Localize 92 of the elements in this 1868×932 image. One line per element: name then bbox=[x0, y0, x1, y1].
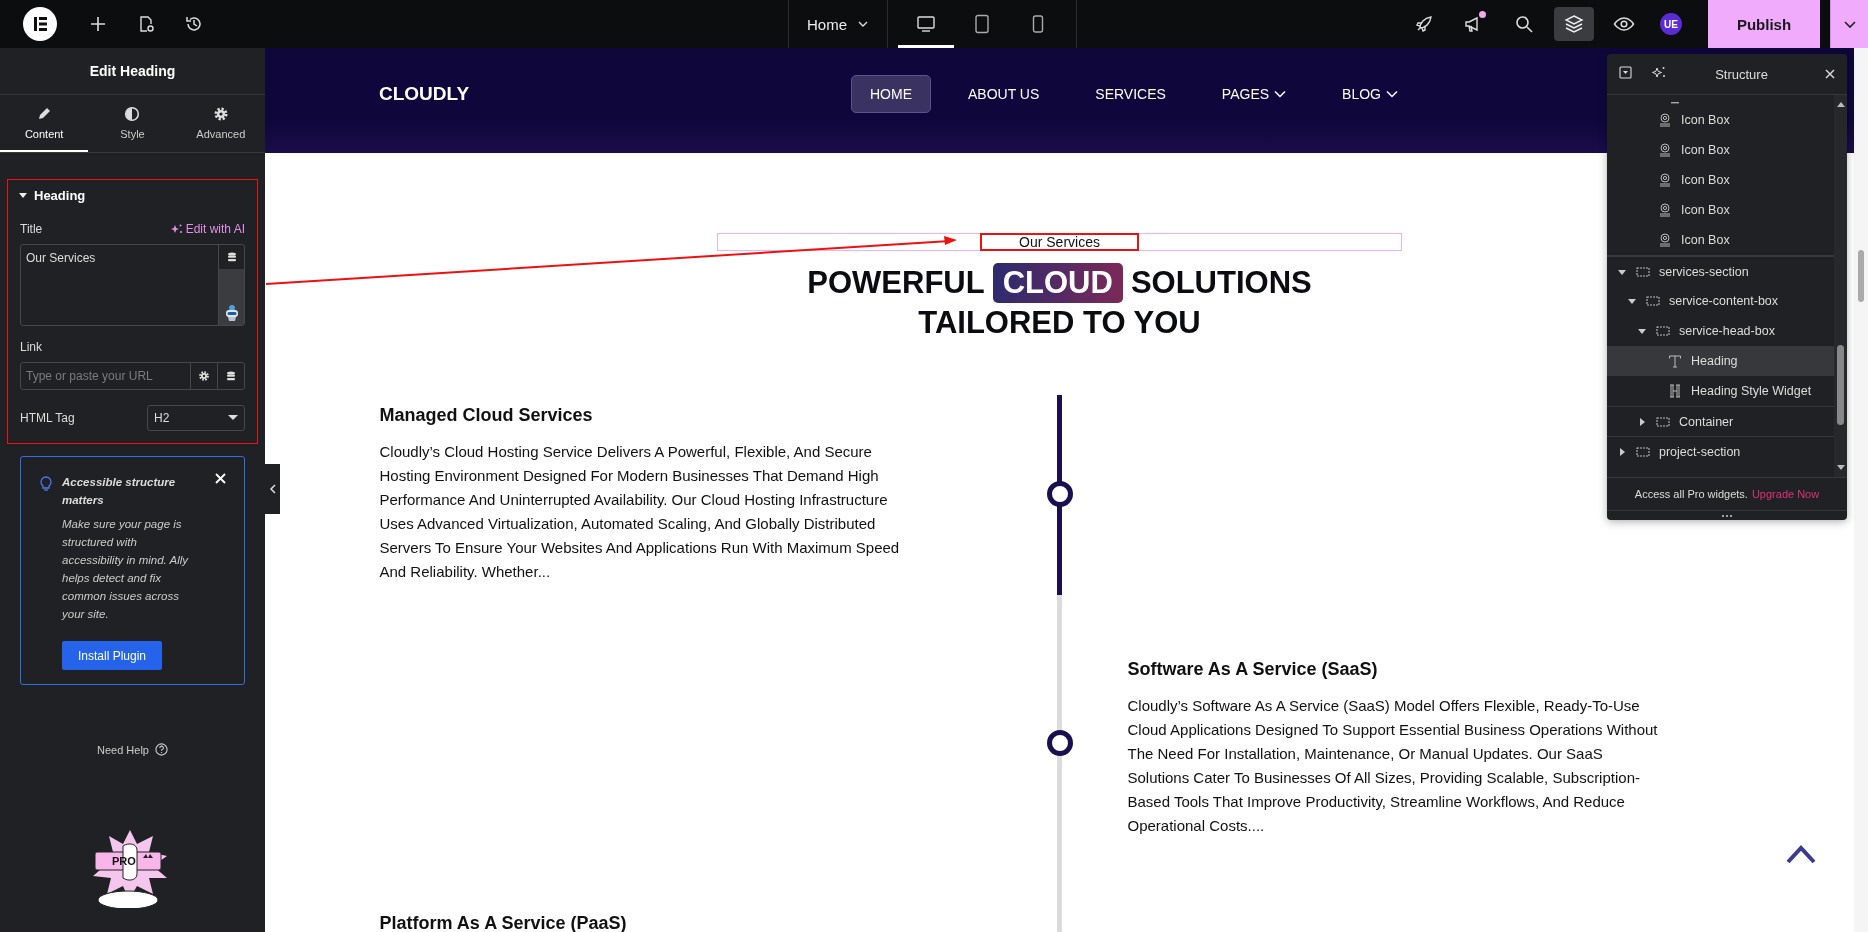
elementor-logo-button[interactable] bbox=[23, 7, 57, 41]
html-tag-label: HTML Tag bbox=[20, 411, 75, 425]
container-icon bbox=[1636, 446, 1650, 457]
timeline-dot bbox=[1046, 481, 1073, 507]
section-heading: SOLUTIONS bbox=[1130, 265, 1312, 301]
help-icon[interactable] bbox=[155, 743, 168, 756]
notice-text: Make sure your page is structured with accessibility in mind. Ally helps detect and fix common issues across your site. bbox=[62, 517, 190, 622]
assistant-robot-icon[interactable] bbox=[219, 269, 244, 325]
icon-box-icon bbox=[1659, 143, 1671, 157]
container-icon bbox=[1656, 326, 1670, 336]
text-icon bbox=[1668, 354, 1682, 368]
icon-box-icon bbox=[1659, 113, 1671, 127]
site-logo[interactable]: CLOUDLY bbox=[379, 82, 851, 105]
user-avatar[interactable]: UE bbox=[1660, 13, 1682, 35]
edit-with-ai-link[interactable]: Edit with AI bbox=[169, 222, 245, 236]
container-icon bbox=[1646, 296, 1660, 306]
structure-item[interactable]: services-section bbox=[1607, 256, 1834, 286]
notice-title: Accessible structure matters bbox=[62, 475, 177, 508]
service-title: Managed Cloud Services bbox=[379, 405, 594, 426]
chevron-down-icon bbox=[1274, 89, 1287, 98]
scroll-top-button[interactable] bbox=[1785, 843, 1817, 865]
container-icon bbox=[1636, 266, 1650, 277]
caret-icon[interactable] bbox=[1637, 416, 1647, 427]
close-icon[interactable] bbox=[215, 473, 226, 484]
structure-item[interactable]: Icon Box bbox=[1607, 165, 1834, 195]
promo-text: Access all Pro widgets. bbox=[1634, 488, 1748, 500]
structure-item[interactable]: service-head-box bbox=[1607, 316, 1834, 346]
section-toggle[interactable]: Heading bbox=[18, 180, 86, 210]
caret-icon[interactable] bbox=[1627, 296, 1637, 306]
lightbulb-icon bbox=[38, 474, 54, 492]
structure-item[interactable]: Container bbox=[1607, 406, 1834, 436]
structure-item[interactable]: service-content-box bbox=[1607, 286, 1834, 316]
icon-box-icon bbox=[1659, 203, 1671, 217]
contrast-icon bbox=[124, 105, 141, 122]
url-input[interactable]: Type or paste your URL bbox=[21, 363, 190, 389]
structure-item[interactable]: project-section bbox=[1607, 436, 1834, 466]
nav-link[interactable]: BLOG bbox=[1323, 74, 1417, 113]
title-label: Title bbox=[20, 222, 43, 236]
nav-link[interactable]: SERVICES bbox=[1076, 74, 1185, 113]
nav-link[interactable]: ABOUT US bbox=[949, 74, 1059, 113]
service-description: Cloudly’s Cloud Hosting Service Delivers A Powerful, Flexible, And Secure Hosting Environment Designed For Modern Businesses That Demand High Performance And Uninterrupted Availability. Our Cloud Hosting Infrastructure Uses Advanced Virtualization, Automated Scaling, And Globally Distributed Servers To Ensure Your Websites And Applications Run With Maximum Speed And Reliability. Whether... bbox=[379, 442, 901, 582]
heading-icon bbox=[1669, 384, 1681, 398]
scrollbar-thumb[interactable] bbox=[1837, 345, 1844, 425]
html-tag-select[interactable]: H2 bbox=[147, 405, 245, 431]
widget-icon bbox=[1669, 101, 1681, 105]
pencil-icon bbox=[36, 105, 53, 122]
structure-item[interactable]: Heading bbox=[1607, 346, 1834, 376]
icon-box-icon bbox=[1659, 233, 1671, 247]
scrollbar[interactable] bbox=[1854, 48, 1868, 932]
caret-icon[interactable] bbox=[1617, 446, 1627, 457]
panel-collapse-button[interactable] bbox=[265, 464, 280, 514]
timeline-dot bbox=[1046, 730, 1073, 756]
link-label: Link bbox=[20, 340, 43, 354]
layers-icon[interactable] bbox=[1554, 7, 1594, 41]
panel-tab[interactable]: Content bbox=[0, 95, 89, 152]
structure-item[interactable]: Icon Box bbox=[1607, 105, 1834, 135]
nav-link[interactable]: HOME bbox=[851, 74, 931, 113]
structure-scrollbar[interactable] bbox=[1834, 95, 1847, 477]
need-help-link[interactable]: Need Help bbox=[97, 743, 149, 756]
url-field[interactable]: Type or paste your URL bbox=[20, 362, 245, 390]
install-plugin-button[interactable]: Install Plugin bbox=[62, 641, 162, 670]
caret-icon[interactable] bbox=[1637, 326, 1647, 336]
caret-icon bbox=[18, 190, 28, 200]
service-title: Platform As A Service (PaaS) bbox=[379, 913, 628, 932]
section-eyebrow[interactable]: Our Services bbox=[980, 233, 1139, 251]
title-textarea[interactable]: Our Services bbox=[20, 244, 245, 326]
scroll-down-icon[interactable] bbox=[1836, 465, 1845, 471]
service-title: Software As A Service (SaaS) bbox=[1127, 659, 1379, 680]
structure-item[interactable]: Icon Box bbox=[1607, 135, 1834, 165]
chevron-down-icon bbox=[1385, 89, 1398, 98]
sparkle-icon bbox=[169, 223, 183, 235]
scroll-up-icon[interactable] bbox=[1836, 101, 1845, 107]
publish-button[interactable]: Publish bbox=[1708, 0, 1820, 48]
section-heading: TAILORED TO YOU bbox=[918, 305, 1201, 341]
panel-tab[interactable]: Style bbox=[88, 95, 177, 152]
structure-item[interactable]: Icon Box bbox=[1607, 195, 1834, 225]
structure-item[interactable]: Heading Style Widget bbox=[1607, 376, 1834, 406]
section-heading: POWERFUL bbox=[807, 265, 985, 301]
panel-tab[interactable]: Advanced bbox=[176, 95, 265, 152]
upgrade-link[interactable]: Upgrade Now bbox=[1751, 488, 1820, 500]
chevron-left-icon bbox=[268, 484, 277, 494]
highlight-badge: CLOUD bbox=[992, 263, 1123, 303]
pro-label: PRO bbox=[112, 855, 136, 867]
container-icon bbox=[1656, 416, 1670, 427]
chevron-up-icon bbox=[1785, 843, 1817, 865]
caret-icon bbox=[228, 415, 238, 421]
icon-box-icon bbox=[1659, 173, 1671, 187]
gear-icon bbox=[212, 105, 229, 122]
structure-item[interactable]: Icon Box bbox=[1607, 225, 1834, 255]
service-description: Cloudly’s Software As A Service (SaaS) Model Offers Flexible, Ready-To-Use Cloud Applications Designed To Support Essential Business Operations Without The Need For Installation, Maintenance, Or Manual Updates. Our SaaS Solutions Cater To Businesses Of All Sizes, Providing Scalable, Subscription-Based Tools That Improve Productivity, Streamline Workflows, And Reduce Operational Costs.... bbox=[1127, 696, 1659, 836]
structure-title: Structure bbox=[1714, 66, 1769, 82]
nav-link[interactable]: PAGES bbox=[1202, 74, 1306, 113]
